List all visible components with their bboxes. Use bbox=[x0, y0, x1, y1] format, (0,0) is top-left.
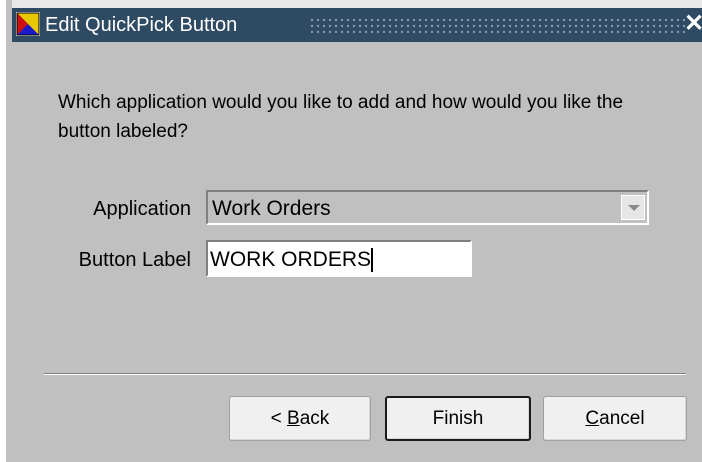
application-select-value: Work Orders bbox=[212, 197, 331, 220]
close-icon[interactable]: ✕ bbox=[681, 10, 702, 38]
chevron-down-icon[interactable] bbox=[621, 195, 645, 220]
title-bar-texture bbox=[309, 17, 685, 33]
window-top-edge bbox=[12, 0, 702, 8]
window-bottom-edge bbox=[12, 456, 702, 462]
title-bar[interactable]: Edit QuickPick Button ✕ bbox=[12, 8, 702, 42]
application-label: Application bbox=[93, 198, 191, 220]
back-button[interactable]: < Back bbox=[229, 396, 371, 441]
oracle-forms-icon bbox=[16, 12, 40, 36]
window-title: Edit QuickPick Button bbox=[45, 14, 238, 36]
button-label-label: Button Label bbox=[78, 249, 191, 271]
finish-button[interactable]: Finish bbox=[385, 396, 531, 441]
dialog-window: Edit QuickPick Button ✕ Which applicatio… bbox=[0, 0, 702, 462]
button-label-input-value: WORK ORDERS bbox=[210, 248, 374, 272]
text-caret bbox=[371, 248, 374, 272]
button-separator bbox=[44, 373, 686, 375]
instruction-text: Which application would you like to add … bbox=[58, 92, 624, 142]
application-select[interactable]: Work Orders bbox=[206, 190, 649, 225]
cancel-button[interactable]: Cancel bbox=[543, 396, 687, 441]
button-label-input[interactable]: WORK ORDERS bbox=[206, 240, 472, 277]
